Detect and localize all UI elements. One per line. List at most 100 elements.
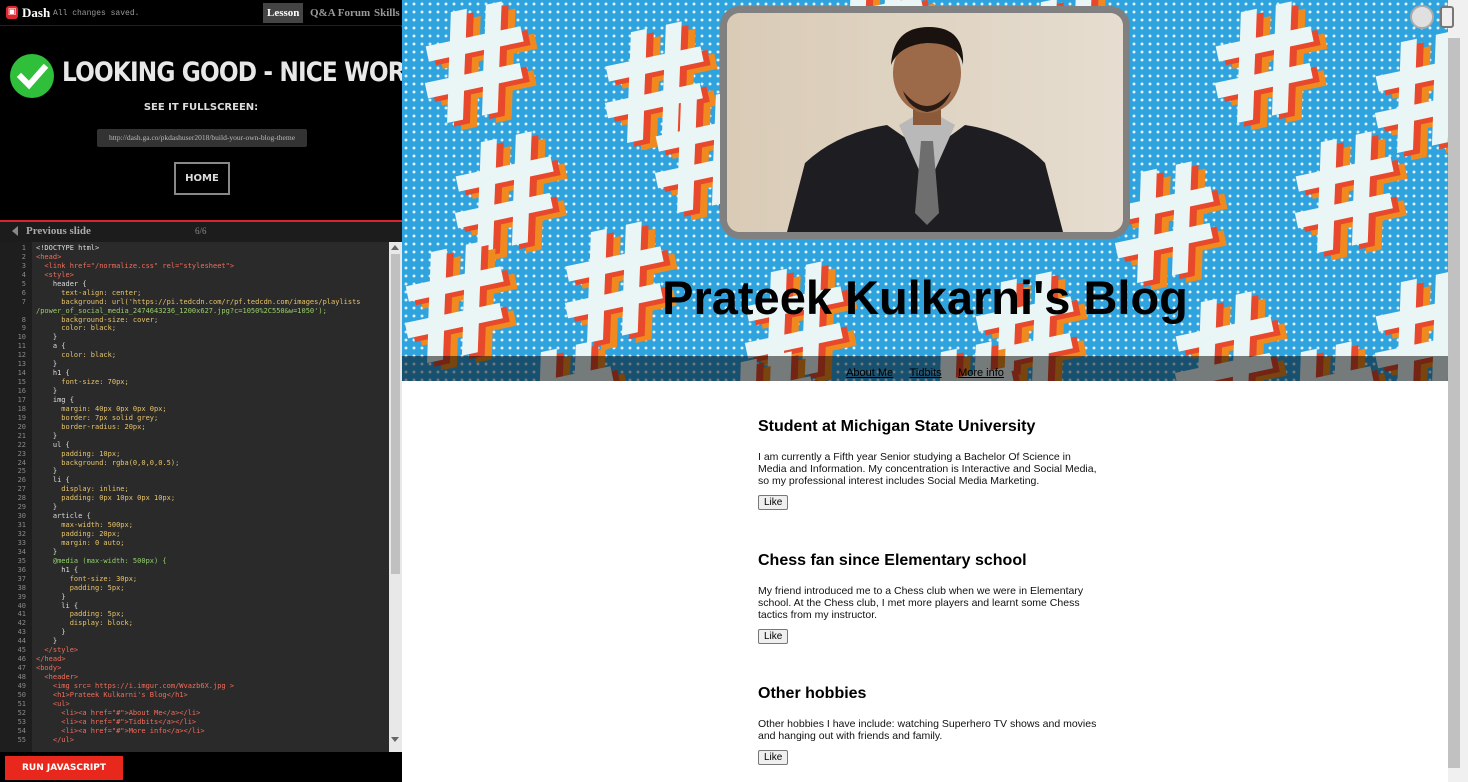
code-line[interactable]: 18 margin: 40px 0px 0px 0px; — [0, 405, 388, 414]
code-text: margin: 40px 0px 0px 0px; — [36, 404, 167, 413]
nav-link-more-info[interactable]: More info — [958, 367, 1004, 379]
code-line[interactable]: 17 img { — [0, 396, 388, 405]
line-number: 40 — [17, 601, 26, 610]
fullscreen-url-link[interactable]: http://dash.ga.co/pkdashuser2018/build-y… — [97, 129, 307, 147]
code-line[interactable]: 5 header { — [0, 280, 388, 289]
code-line[interactable]: 41 padding: 5px; — [0, 610, 388, 619]
code-line[interactable]: 35 @media (max-width: 500px) { — [0, 557, 388, 566]
code-line[interactable]: 29 } — [0, 503, 388, 512]
line-number: 8 — [21, 315, 26, 324]
code-line[interactable]: 11 a { — [0, 342, 388, 351]
scroll-up-arrow-icon[interactable] — [391, 245, 399, 250]
editor-scroll-thumb[interactable] — [391, 254, 400, 574]
device-toggle-icon[interactable] — [1410, 5, 1460, 29]
code-line[interactable]: 45 </style> — [0, 646, 388, 655]
mobile-view-icon[interactable] — [1440, 6, 1454, 28]
nav-item-about: About Me — [840, 356, 899, 381]
code-line[interactable]: 27 display: inline; — [0, 485, 388, 494]
code-line[interactable]: 20 border-radius: 20px; — [0, 423, 388, 432]
code-line[interactable]: 31 max-width: 500px; — [0, 521, 388, 530]
code-line[interactable]: 36 h1 { — [0, 566, 388, 575]
preview-scroll-thumb[interactable] — [1448, 38, 1460, 768]
code-line[interactable]: 43 } — [0, 628, 388, 637]
code-line[interactable]: 1 <!DOCTYPE html> — [0, 244, 388, 253]
code-line[interactable]: 48 <header> — [0, 673, 388, 682]
code-line[interactable]: 19 border: 7px solid grey; — [0, 414, 388, 423]
code-line[interactable]: 7 background: url('https://pi.tedcdn.com… — [0, 298, 388, 307]
code-line[interactable]: 44 } — [0, 637, 388, 646]
nav-link-tidbits[interactable]: Tidbits — [910, 367, 942, 379]
code-line[interactable]: 50 <h1>Prateek Kulkarni's Blog</h1> — [0, 691, 388, 700]
code-line[interactable]: 9 color: black; — [0, 324, 388, 333]
code-line[interactable]: 6 text-align: center; — [0, 289, 388, 298]
code-line[interactable]: 33 margin: 0 auto; — [0, 539, 388, 548]
code-text: } — [36, 387, 58, 395]
scroll-down-arrow-icon[interactable] — [391, 737, 399, 742]
code-line[interactable]: 49 <img src= https://i.imgur.com/Wvazb6X… — [0, 682, 388, 691]
code-line[interactable]: 12 color: black; — [0, 351, 388, 360]
chevron-left-icon[interactable] — [12, 226, 18, 236]
code-text: } — [36, 637, 58, 646]
tab-lesson[interactable]: Lesson — [263, 3, 304, 23]
code-line[interactable]: 47 <body> — [0, 664, 388, 673]
code-line[interactable]: 4 <style> — [0, 271, 388, 280]
tab-qa-forum[interactable]: Q&A Forum — [306, 3, 374, 23]
desktop-view-icon[interactable] — [1410, 5, 1434, 29]
code-line[interactable]: 38 padding: 5px; — [0, 584, 388, 593]
nav-link-about-me[interactable]: About Me — [846, 367, 893, 379]
line-number: 25 — [17, 467, 26, 476]
like-button[interactable]: Like — [758, 629, 789, 644]
code-line[interactable]: 23 padding: 10px; — [0, 450, 388, 459]
code-line[interactable]: 51 <ul> — [0, 700, 388, 709]
code-line[interactable]: /power_of_social_media_2474643236_1200x6… — [0, 307, 388, 316]
code-line[interactable]: 10 } — [0, 333, 388, 342]
code-line[interactable]: 30 article { — [0, 512, 388, 521]
code-line[interactable]: 15 font-size: 70px; — [0, 378, 388, 387]
home-button[interactable]: HOME — [174, 162, 230, 195]
code-line[interactable]: 34 } — [0, 548, 388, 557]
code-line[interactable]: 26 li { — [0, 476, 388, 485]
code-text: <head> — [36, 252, 62, 261]
line-number: 30 — [17, 512, 26, 521]
code-text: li { — [36, 476, 70, 485]
code-line[interactable]: 13 } — [0, 360, 388, 369]
code-text: max-width: 500px; — [36, 521, 133, 530]
code-line[interactable]: 22 ul { — [0, 441, 388, 450]
code-line[interactable]: 55 </ul> — [0, 736, 388, 745]
code-line[interactable]: 32 padding: 20px; — [0, 530, 388, 539]
code-line[interactable]: 8 background-size: cover; — [0, 316, 388, 325]
code-text: } — [36, 467, 58, 476]
code-line[interactable]: 39 } — [0, 593, 388, 602]
code-line[interactable]: 37 font-size: 30px; — [0, 575, 388, 584]
code-line[interactable]: 3 <link href="/normalize.css" rel="style… — [0, 262, 388, 271]
code-line[interactable]: 21 } — [0, 432, 388, 441]
code-line[interactable]: 42 display: block; — [0, 619, 388, 628]
code-text: <li><a href="#">More info</a></li> — [36, 726, 205, 735]
code-line[interactable]: 25 } — [0, 467, 388, 476]
run-javascript-button[interactable]: RUN JAVASCRIPT — [5, 756, 123, 780]
like-button[interactable]: Like — [758, 750, 789, 765]
code-line[interactable]: 40 li { — [0, 602, 388, 611]
code-line[interactable]: 28 padding: 0px 10px 0px 10px; — [0, 494, 388, 503]
code-editor[interactable]: 1 <!DOCTYPE html> 2 <head> 3 <link href="/no… — [0, 242, 402, 752]
code-line[interactable]: 46 </head> — [0, 655, 388, 664]
code-line[interactable]: 54 <li><a href="#">More info</a></li> — [0, 727, 388, 736]
code-line[interactable]: 16 } — [0, 387, 388, 396]
code-line[interactable]: 24 background: rgba(0,0,0,0.5); — [0, 459, 388, 468]
code-text: color: black; — [36, 324, 117, 333]
line-number: 29 — [17, 503, 26, 512]
previous-slide-button[interactable]: Previous slide — [26, 225, 91, 237]
code-line[interactable]: 2 <head> — [0, 253, 388, 262]
code-line[interactable]: 53 <li><a href="#">Tidbits</a></li> — [0, 718, 388, 727]
tab-skills[interactable]: Skills — [370, 3, 404, 23]
article-body: Other hobbies I have include: watching S… — [758, 718, 1097, 742]
code-line[interactable]: 14 h1 { — [0, 369, 388, 378]
code-text: background: rgba(0,0,0,0.5); — [36, 458, 180, 467]
article-msu: Student at Michigan State University I a… — [758, 418, 1098, 510]
code-text: padding: 10px; — [36, 449, 121, 458]
code-lines[interactable]: 1 <!DOCTYPE html> 2 <head> 3 <link href="/no… — [0, 244, 388, 745]
like-button[interactable]: Like — [758, 495, 789, 510]
code-text: } — [36, 360, 58, 369]
code-line[interactable]: 52 <li><a href="#">About Me</a></li> — [0, 709, 388, 718]
line-number: 55 — [17, 735, 26, 744]
